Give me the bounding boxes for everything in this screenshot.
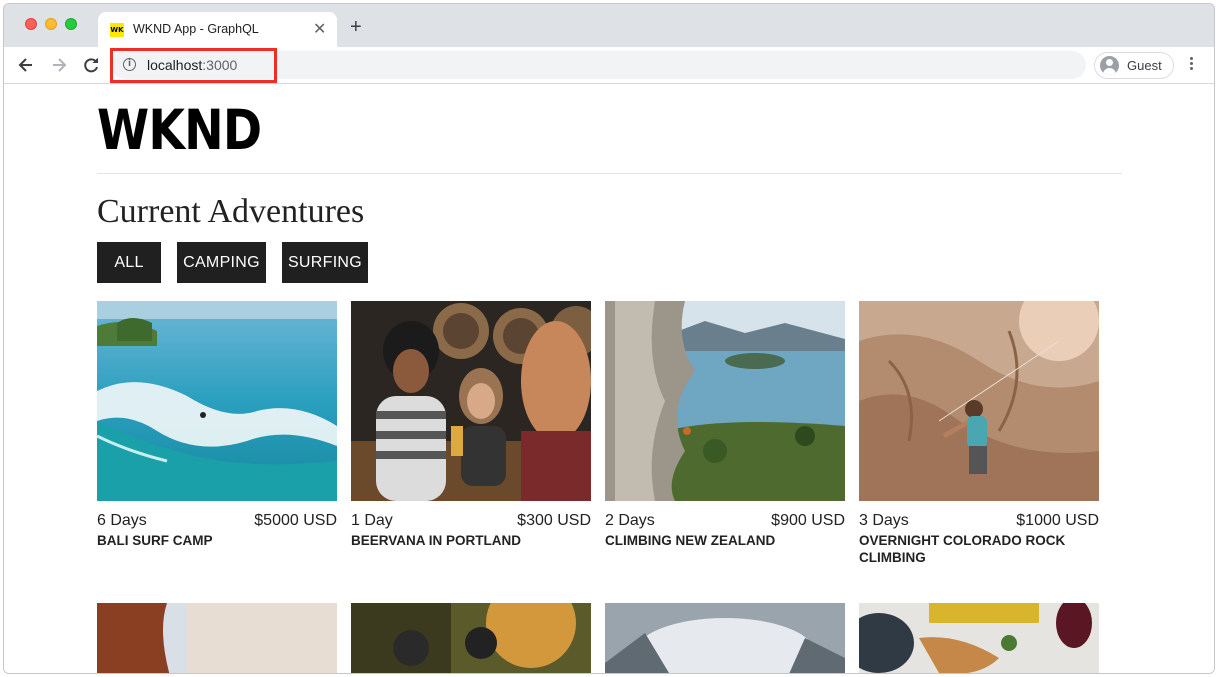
tab-strip: WK WKND App - GraphQL ✕ +: [4, 4, 1214, 47]
card-title[interactable]: CLIMBING NEW ZEALAND: [605, 532, 845, 549]
card-title[interactable]: OVERNIGHT COLORADO ROCK CLIMBING: [859, 532, 1099, 566]
favicon-icon: WK: [110, 23, 124, 37]
climbing-nz-image[interactable]: [605, 301, 845, 501]
card-price: $900 USD: [771, 512, 845, 529]
zoom-window-button[interactable]: [65, 18, 77, 30]
filter-surfing-button[interactable]: SURFING: [282, 242, 368, 283]
reload-icon[interactable]: [80, 54, 102, 76]
browser-tab[interactable]: WK WKND App - GraphQL ✕: [98, 12, 337, 47]
beervana-image[interactable]: [351, 301, 591, 501]
filter-all-button[interactable]: ALL: [97, 242, 161, 283]
adventure-card-image[interactable]: [859, 603, 1099, 673]
browser-window: WK WKND App - GraphQL ✕ + i localhost:30…: [3, 3, 1215, 674]
filter-camping-button[interactable]: CAMPING: [177, 242, 266, 283]
tab-title: WKND App - GraphQL: [133, 22, 259, 36]
card-title[interactable]: BALI SURF CAMP: [97, 532, 337, 549]
minimize-window-button[interactable]: [45, 18, 57, 30]
close-window-button[interactable]: [25, 18, 37, 30]
card-price: $5000 USD: [254, 512, 337, 529]
site-logo[interactable]: WKND: [97, 100, 262, 160]
more-menu-icon[interactable]: [1184, 55, 1198, 75]
card-title[interactable]: BEERVANA IN PORTLAND: [351, 532, 591, 549]
card-price: $1000 USD: [1016, 512, 1099, 529]
adventure-card-image[interactable]: [351, 603, 591, 673]
card-price: $300 USD: [517, 512, 591, 529]
close-tab-icon[interactable]: ✕: [313, 19, 326, 39]
card-duration: 6 Days: [97, 512, 147, 529]
page-viewport: WKND Current Adventures ALL CAMPING SURF…: [4, 84, 1214, 673]
card-duration: 1 Day: [351, 512, 393, 529]
forward-arrow-icon[interactable]: [48, 54, 70, 76]
avatar-icon: [1100, 56, 1119, 75]
card-duration: 3 Days: [859, 512, 909, 529]
browser-toolbar: i localhost:3000 Guest: [4, 47, 1214, 84]
back-arrow-icon[interactable]: [15, 54, 37, 76]
page-title: Current Adventures: [97, 193, 365, 230]
adventure-card-image[interactable]: [605, 603, 845, 673]
bali-surf-image[interactable]: [97, 301, 337, 501]
header-divider: [97, 173, 1122, 174]
address-highlight-box: [110, 48, 277, 83]
adventure-card-image[interactable]: [97, 603, 337, 673]
colorado-climbing-image[interactable]: [859, 301, 1099, 501]
card-duration: 2 Days: [605, 512, 655, 529]
new-tab-icon[interactable]: +: [350, 17, 362, 37]
profile-label: Guest: [1127, 58, 1162, 73]
profile-button[interactable]: Guest: [1094, 52, 1174, 79]
